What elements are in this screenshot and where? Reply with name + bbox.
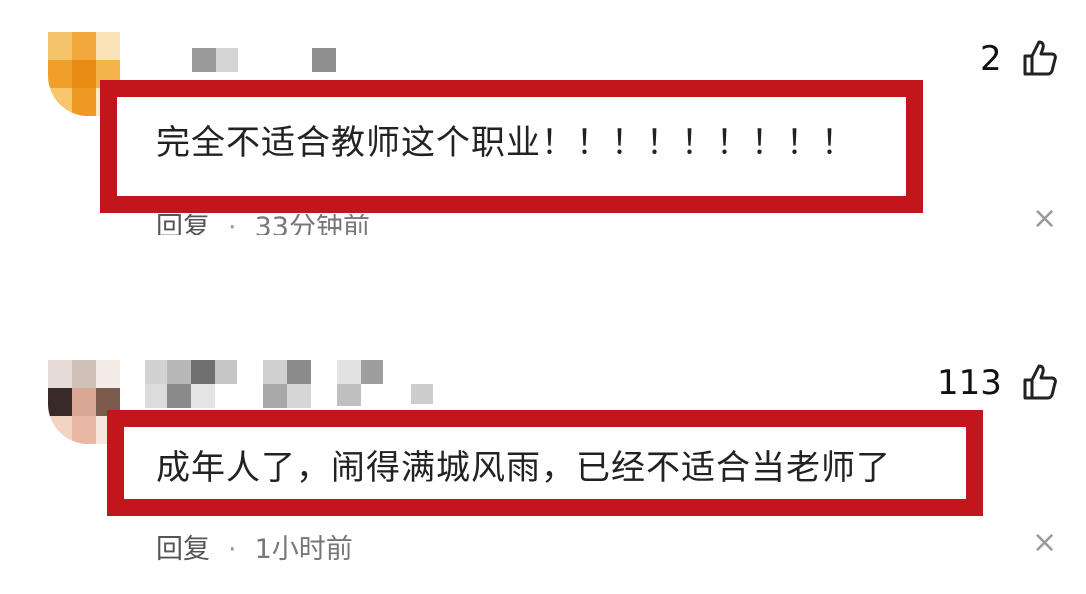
timestamp: 1小时前	[254, 534, 353, 565]
username[interactable]	[145, 360, 435, 408]
like-icon	[1023, 364, 1057, 400]
comment-text: 成年人了，闹得满城风雨，已经不适合当老师了	[156, 448, 891, 488]
reply-button[interactable]: 回复	[156, 214, 210, 235]
like-count: 113	[937, 363, 1002, 403]
like-count: 2	[980, 39, 1002, 79]
close-icon[interactable]: ×	[1032, 528, 1057, 558]
close-icon[interactable]: ×	[1032, 204, 1057, 234]
like-button[interactable]: 113	[934, 362, 1064, 406]
separator-dot: ·	[228, 212, 237, 235]
timestamp: 33分钟前	[254, 212, 370, 235]
like-button[interactable]: 2	[975, 38, 1065, 82]
username[interactable]	[192, 48, 342, 72]
like-icon	[1023, 40, 1057, 76]
reply-button[interactable]: 回复	[156, 534, 210, 565]
comment-meta: 回复 · 1小时前	[156, 527, 353, 566]
comment-text: 完全不适合教师这个职业！！！！！！！！！	[156, 123, 856, 163]
separator-dot: ·	[228, 534, 237, 565]
